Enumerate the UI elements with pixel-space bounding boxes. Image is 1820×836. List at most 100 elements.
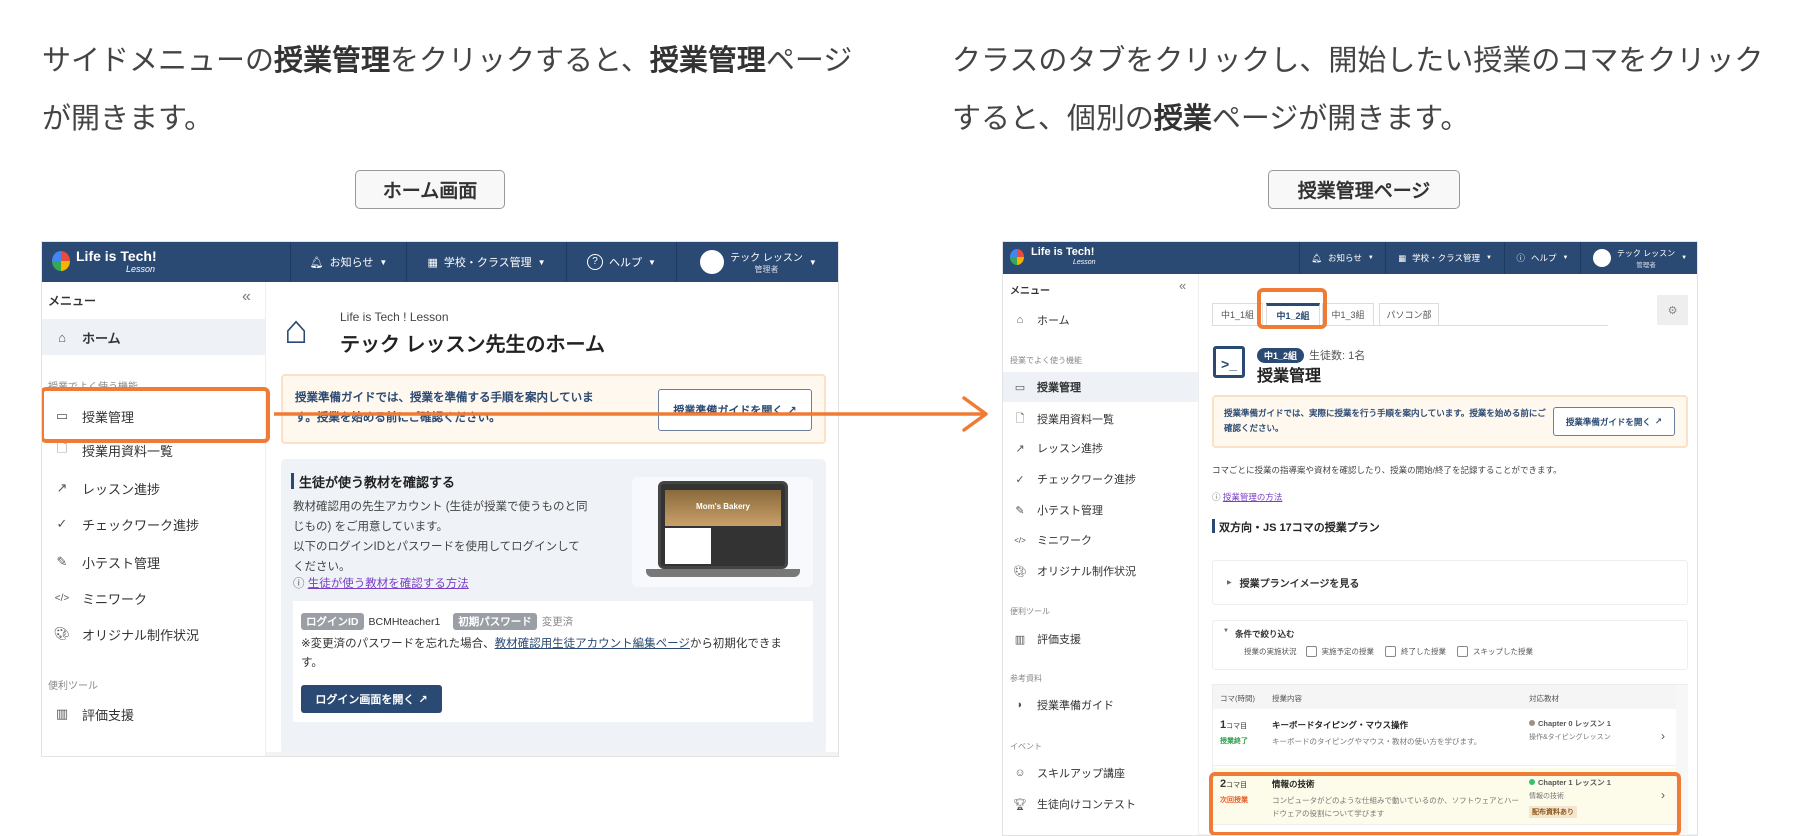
laptop-image: Mom's Bakery [632,477,813,587]
credentials-box: ログインID BCMHteacher1 初期パスワード 変更済 ※変更済のパスワ… [293,601,813,722]
sidebar-label: 授業準備ガイド [1037,700,1114,712]
sidebar-item-checkwork[interactable]: ✓ チェックワーク進捗 [1003,465,1198,493]
smile-icon: ☺ [1014,767,1026,779]
sidebar-label: スキルアップ講座 [1037,768,1125,780]
section-label: 便利ツール [1010,607,1050,616]
account-edit-link[interactable]: 教材確認用生徒アカウント編集ページ [495,638,690,650]
sidebar-item-skillup[interactable]: ☺ スキルアップ講座 [1003,759,1198,787]
highlight-next-lesson [1209,772,1681,835]
caret-down-icon: ▼ [1681,255,1688,261]
caret-down-icon: ▼ [1367,255,1374,261]
sidebar-item-original[interactable]: 🎨︎ オリジナル制作状況 [1003,557,1198,585]
unit: コマ目 [1226,723,1248,730]
beginner-mark-icon: ◗ [1016,699,1024,711]
heading-bar [291,473,294,489]
caret-right-icon: ▶ [1227,580,1232,586]
help-label: ヘルプ [1531,253,1557,263]
collapse-icon[interactable]: « [1179,278,1186,293]
heading-bar [1212,519,1215,533]
user-role: 管理者 [1636,261,1656,269]
sidebar-item-progress[interactable]: ↗ レッスン進捗 [1003,434,1198,462]
home-icon: ⌂ [1016,314,1024,326]
notices-menu[interactable]: 🔔︎ お知らせ ▼ [1299,242,1385,274]
user-menu[interactable]: テック レッスン 管理者 ▼ [676,242,838,282]
button-label: ログイン画面を開く [315,694,415,706]
filter-option: 実施予定の授業 [1321,647,1375,656]
logo-sub: Lesson [126,264,156,274]
sidebar-item-home[interactable]: ⌂ ホーム [1003,306,1198,334]
user-menu[interactable]: テック レッスン 管理者 ▼ [1580,242,1697,274]
open-login-button[interactable]: ログイン画面を開く ↗ [301,685,442,713]
terminal-icon: >_ [1213,346,1245,378]
collapse-icon[interactable]: « [242,288,251,306]
table-header: コマ(時間) 授業内容 対応教材 [1213,685,1676,709]
lesson-management-screenshot: Life is Tech! Lesson 🔔︎ お知らせ ▼ ▦ 学校・クラス管理 ▼ … [1002,241,1698,836]
logo-icon [1010,249,1024,265]
sidebar-item-materials[interactable]: 🗋 授業用資料一覧 [1003,405,1198,433]
how-to-link[interactable]: ⓘ 授業管理の方法 [1212,491,1282,503]
sidebar-item-progress[interactable]: ↗ レッスン進捗 [42,472,265,504]
school-label: 学校・クラス管理 [443,257,532,269]
sidebar-item-checkwork[interactable]: ✓ チェックワーク進捗 [42,508,265,540]
page-subtitle: Life is Tech ! Lesson [340,310,449,324]
help-menu[interactable]: ⓘ ヘルプ ▼ [1504,242,1580,274]
link-text[interactable]: 生徒が使う教材を確認する方法 [308,578,469,590]
school-label: 学校・クラス管理 [1412,253,1480,263]
card-text: 教材確認用の先生アカウント (生徒が授業で使うものと同じもの) をご用意していま… [293,497,588,577]
sidebar-item-eval[interactable]: ▥ 評価支援 [42,698,265,730]
pencil-icon: ✎ [56,554,68,569]
sidebar-item-contest[interactable]: 🏆︎ 生徒向けコンテスト [1003,790,1198,818]
sidebar-item-quiz[interactable]: ✎ 小テスト管理 [1003,496,1198,524]
column-header: コマ(時間) [1220,694,1255,703]
help-menu[interactable]: ? ヘルプ ▼ [566,242,676,282]
tab-class-1[interactable]: 中1_1組 [1212,303,1263,325]
caret-down-icon: ▼ [648,257,656,267]
sidebar-item-miniwork[interactable]: </> ミニワーク [42,582,265,614]
caption-segment: 授業 [1153,103,1212,135]
palette-icon: 🎨︎ [1013,565,1027,578]
sidebar-item-original[interactable]: 🎨︎ オリジナル制作状況 [42,618,265,650]
password-badge: 初期パスワード [453,613,537,630]
home-screen-label: ホーム画面 [355,170,505,209]
card-text-1: 教材確認用の先生アカウント (生徒が授業で使うものと同じもの) をご用意していま… [293,501,588,533]
tab-pc-club[interactable]: パソコン部 [1379,303,1439,325]
how-to-link[interactable]: ⓘ 生徒が使う教材を確認する方法 [293,575,469,591]
chapter: Chapter 0 レッスン 1 [1538,719,1611,728]
note-prefix: ※変更済のパスワードを忘れた場合、 [301,638,495,650]
checkbox-planned[interactable] [1305,646,1317,657]
checkbox-finished[interactable] [1385,646,1396,657]
check-circle-icon: ✓ [1015,473,1025,486]
status-dot-icon [1529,720,1535,726]
table-row[interactable]: 1コマ目 授業終了 キーボードタイピング・マウス操作 キーボードのタイピングやマ… [1213,709,1676,766]
open-guide-button[interactable]: 授業準備ガイドを開く ↗ [1553,407,1675,436]
top-header: Life is Tech! Lesson 🔔︎ お知らせ ▼ ▦ 学校・クラス管理 ▼ … [1003,242,1697,274]
login-id-badge: ログインID [301,613,364,630]
sidebar-item-miniwork[interactable]: </> ミニワーク [1003,526,1198,554]
pencil-icon: ✎ [1015,504,1025,517]
sidebar-item-lesson-management[interactable]: ▭ 授業管理 [1003,372,1198,402]
trend-icon: ↗ [56,480,68,495]
sidebar-item-guide[interactable]: ◗ 授業準備ガイド [1003,691,1198,719]
settings-gear-icon[interactable]: ⚙ [1657,295,1688,325]
logo-icon [52,251,70,271]
sidebar-label: 評価支援 [1037,634,1081,646]
sidebar: メニュー « ⌂ ホーム 授業でよく使う機能 ▭ 授業管理 🗋 授業用資料一覧 ↗ レッ… [1003,274,1199,835]
plan-image-toggle[interactable]: ▶ 授業プランイメージを見る [1212,560,1688,605]
bell-icon: 🔔︎ [1311,252,1322,263]
link-text[interactable]: 授業管理の方法 [1223,492,1283,502]
sidebar-item-home[interactable]: ⌂ ホーム [42,319,265,355]
school-menu[interactable]: ▦ 学校・クラス管理 ▼ [406,242,566,282]
sidebar-item-eval[interactable]: ▥ 評価支援 [1003,625,1198,653]
section-label: 授業でよく使う機能 [1010,356,1082,365]
sidebar-item-quiz[interactable]: ✎ 小テスト管理 [42,546,265,578]
caption-segment: 授業管理 [274,45,391,77]
password-status: 変更済 [541,616,574,628]
code-icon: </> [1014,535,1026,545]
button-label: 授業準備ガイドを開く [1565,416,1651,427]
notices-menu[interactable]: 🔔︎ お知らせ ▼ [290,242,406,282]
checkbox-skipped[interactable] [1457,646,1468,657]
material: 操作&タイピングレッスン [1529,734,1611,741]
tab-class-3[interactable]: 中1_3組 [1322,303,1374,325]
school-menu[interactable]: ▦ 学校・クラス管理 ▼ [1385,242,1504,274]
filter-toggle[interactable]: ▼ 条件で絞り込む [1223,628,1294,640]
